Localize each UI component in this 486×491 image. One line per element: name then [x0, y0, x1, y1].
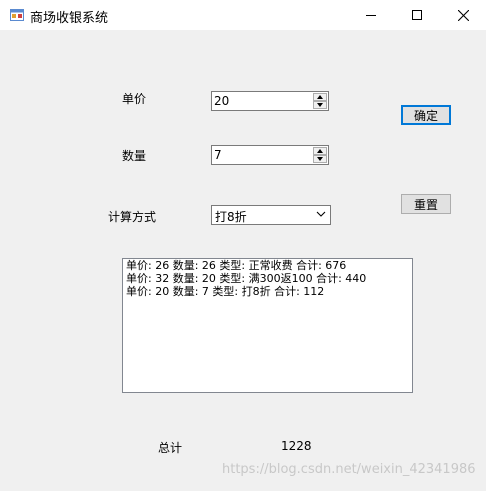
list-item[interactable]: 单价: 20 数量: 7 类型: 打8折 合计: 112: [123, 285, 412, 298]
method-label: 计算方式: [108, 210, 157, 224]
spin-up-icon: [317, 149, 323, 153]
chevron-down-icon[interactable]: [316, 211, 326, 218]
app-window-icon: [10, 9, 24, 21]
list-item[interactable]: 单价: 26 数量: 26 类型: 正常收费 合计: 676: [123, 259, 412, 272]
method-selected-value: 打8折: [215, 210, 247, 224]
spin-up-icon: [317, 95, 323, 99]
minimize-icon: [366, 15, 376, 16]
list-item[interactable]: 单价: 32 数量: 20 类型: 满300返100 合计: 440: [123, 272, 412, 285]
close-button[interactable]: [440, 0, 486, 30]
spin-down-icon: [317, 103, 323, 107]
method-select[interactable]: 打8折: [211, 205, 331, 225]
total-value: 1228: [281, 439, 312, 453]
minimize-button[interactable]: [348, 0, 394, 30]
price-input[interactable]: [212, 92, 314, 110]
confirm-button[interactable]: 确定: [401, 105, 451, 125]
price-spin-buttons: [313, 93, 327, 109]
quantity-input[interactable]: [212, 146, 314, 164]
spin-down-icon: [317, 157, 323, 161]
quantity-spin-down-button[interactable]: [313, 155, 327, 163]
reset-button[interactable]: 重置: [401, 194, 451, 214]
price-spin-down-button[interactable]: [313, 101, 327, 109]
total-label: 总计: [158, 441, 183, 455]
maximize-icon: [412, 10, 422, 20]
quantity-spin-buttons: [313, 147, 327, 163]
close-icon: [457, 9, 469, 21]
price-stepper[interactable]: [211, 91, 329, 111]
title-bar[interactable]: 商场收银系统: [0, 0, 486, 30]
quantity-label: 数量: [122, 149, 147, 163]
maximize-button[interactable]: [394, 0, 440, 30]
quantity-spin-up-button[interactable]: [313, 147, 327, 155]
price-spin-up-button[interactable]: [313, 93, 327, 101]
watermark-text: https://blog.csdn.net/weixin_42341986: [222, 462, 476, 477]
quantity-stepper[interactable]: [211, 145, 329, 165]
window-title: 商场收银系统: [30, 11, 109, 26]
price-label: 单价: [122, 92, 147, 106]
records-listbox[interactable]: 单价: 26 数量: 26 类型: 正常收费 合计: 676 单价: 32 数量…: [122, 258, 413, 393]
